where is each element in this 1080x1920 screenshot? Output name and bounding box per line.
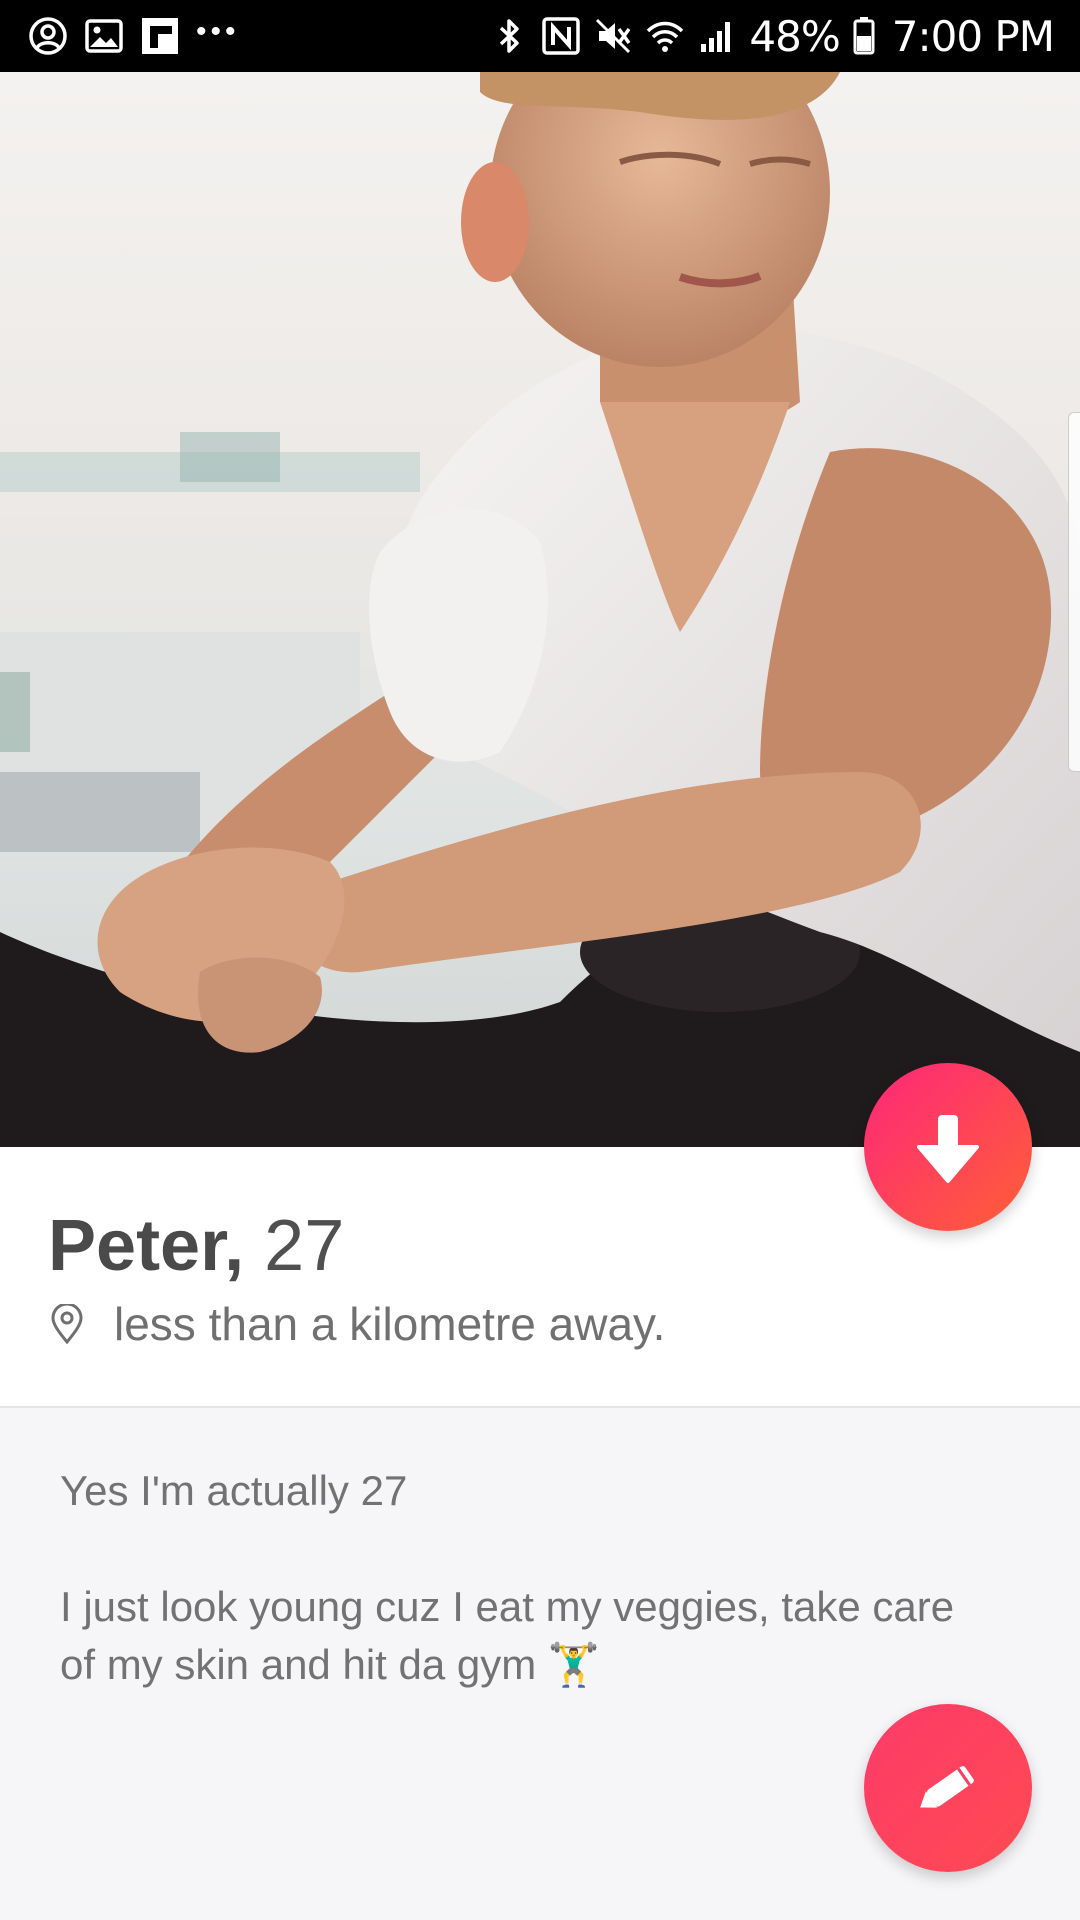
location-pin-icon <box>51 1304 83 1344</box>
section-divider <box>0 1406 1080 1408</box>
clock: 7:00 PM <box>891 11 1055 61</box>
more-dots-icon: ••• <box>196 15 240 48</box>
bio-line-1: Yes I'm actually 27 <box>60 1467 408 1514</box>
profile-photo-illustration <box>0 72 1080 1147</box>
collapse-profile-button[interactable] <box>864 1063 1032 1231</box>
location-line: less than a kilometre away. <box>50 1297 665 1351</box>
edit-profile-button[interactable] <box>864 1704 1032 1872</box>
signal-icon <box>701 22 731 52</box>
profile-age: 27 <box>264 1206 345 1286</box>
account-icon <box>29 17 67 55</box>
status-bar: ••• 48% 7:00 PM <box>0 0 1080 72</box>
name-age-line: Peter, 27 <box>48 1205 344 1287</box>
status-bar-left: ••• <box>28 14 240 58</box>
pencil-icon <box>920 1766 974 1808</box>
photo-scroll-indicator <box>1068 412 1080 772</box>
nfc-icon <box>542 17 581 55</box>
bio-section: Yes I'm actually 27 I just look young cu… <box>60 1462 980 1694</box>
bio-line-2: I just look young cuz I eat my veggies, … <box>60 1578 980 1694</box>
wifi-icon <box>647 21 684 52</box>
battery-percent: 48% <box>749 11 840 61</box>
profile-photo[interactable] <box>0 72 1080 1147</box>
bluetooth-icon <box>500 19 520 53</box>
arrow-down-icon <box>917 1115 979 1183</box>
distance-text: less than a kilometre away. <box>114 1298 666 1350</box>
weightlifter-emoji: 🏋️‍♂️ <box>547 1641 601 1688</box>
mute-icon <box>596 18 631 54</box>
battery-icon <box>853 17 875 55</box>
gallery-icon <box>85 19 123 53</box>
bio-line-2-text: I just look young cuz I eat my veggies, … <box>60 1583 955 1688</box>
profile-name: Peter, <box>48 1206 245 1286</box>
flipboard-icon <box>142 18 178 54</box>
status-bar-right: 48% 7:00 PM <box>489 10 1055 62</box>
